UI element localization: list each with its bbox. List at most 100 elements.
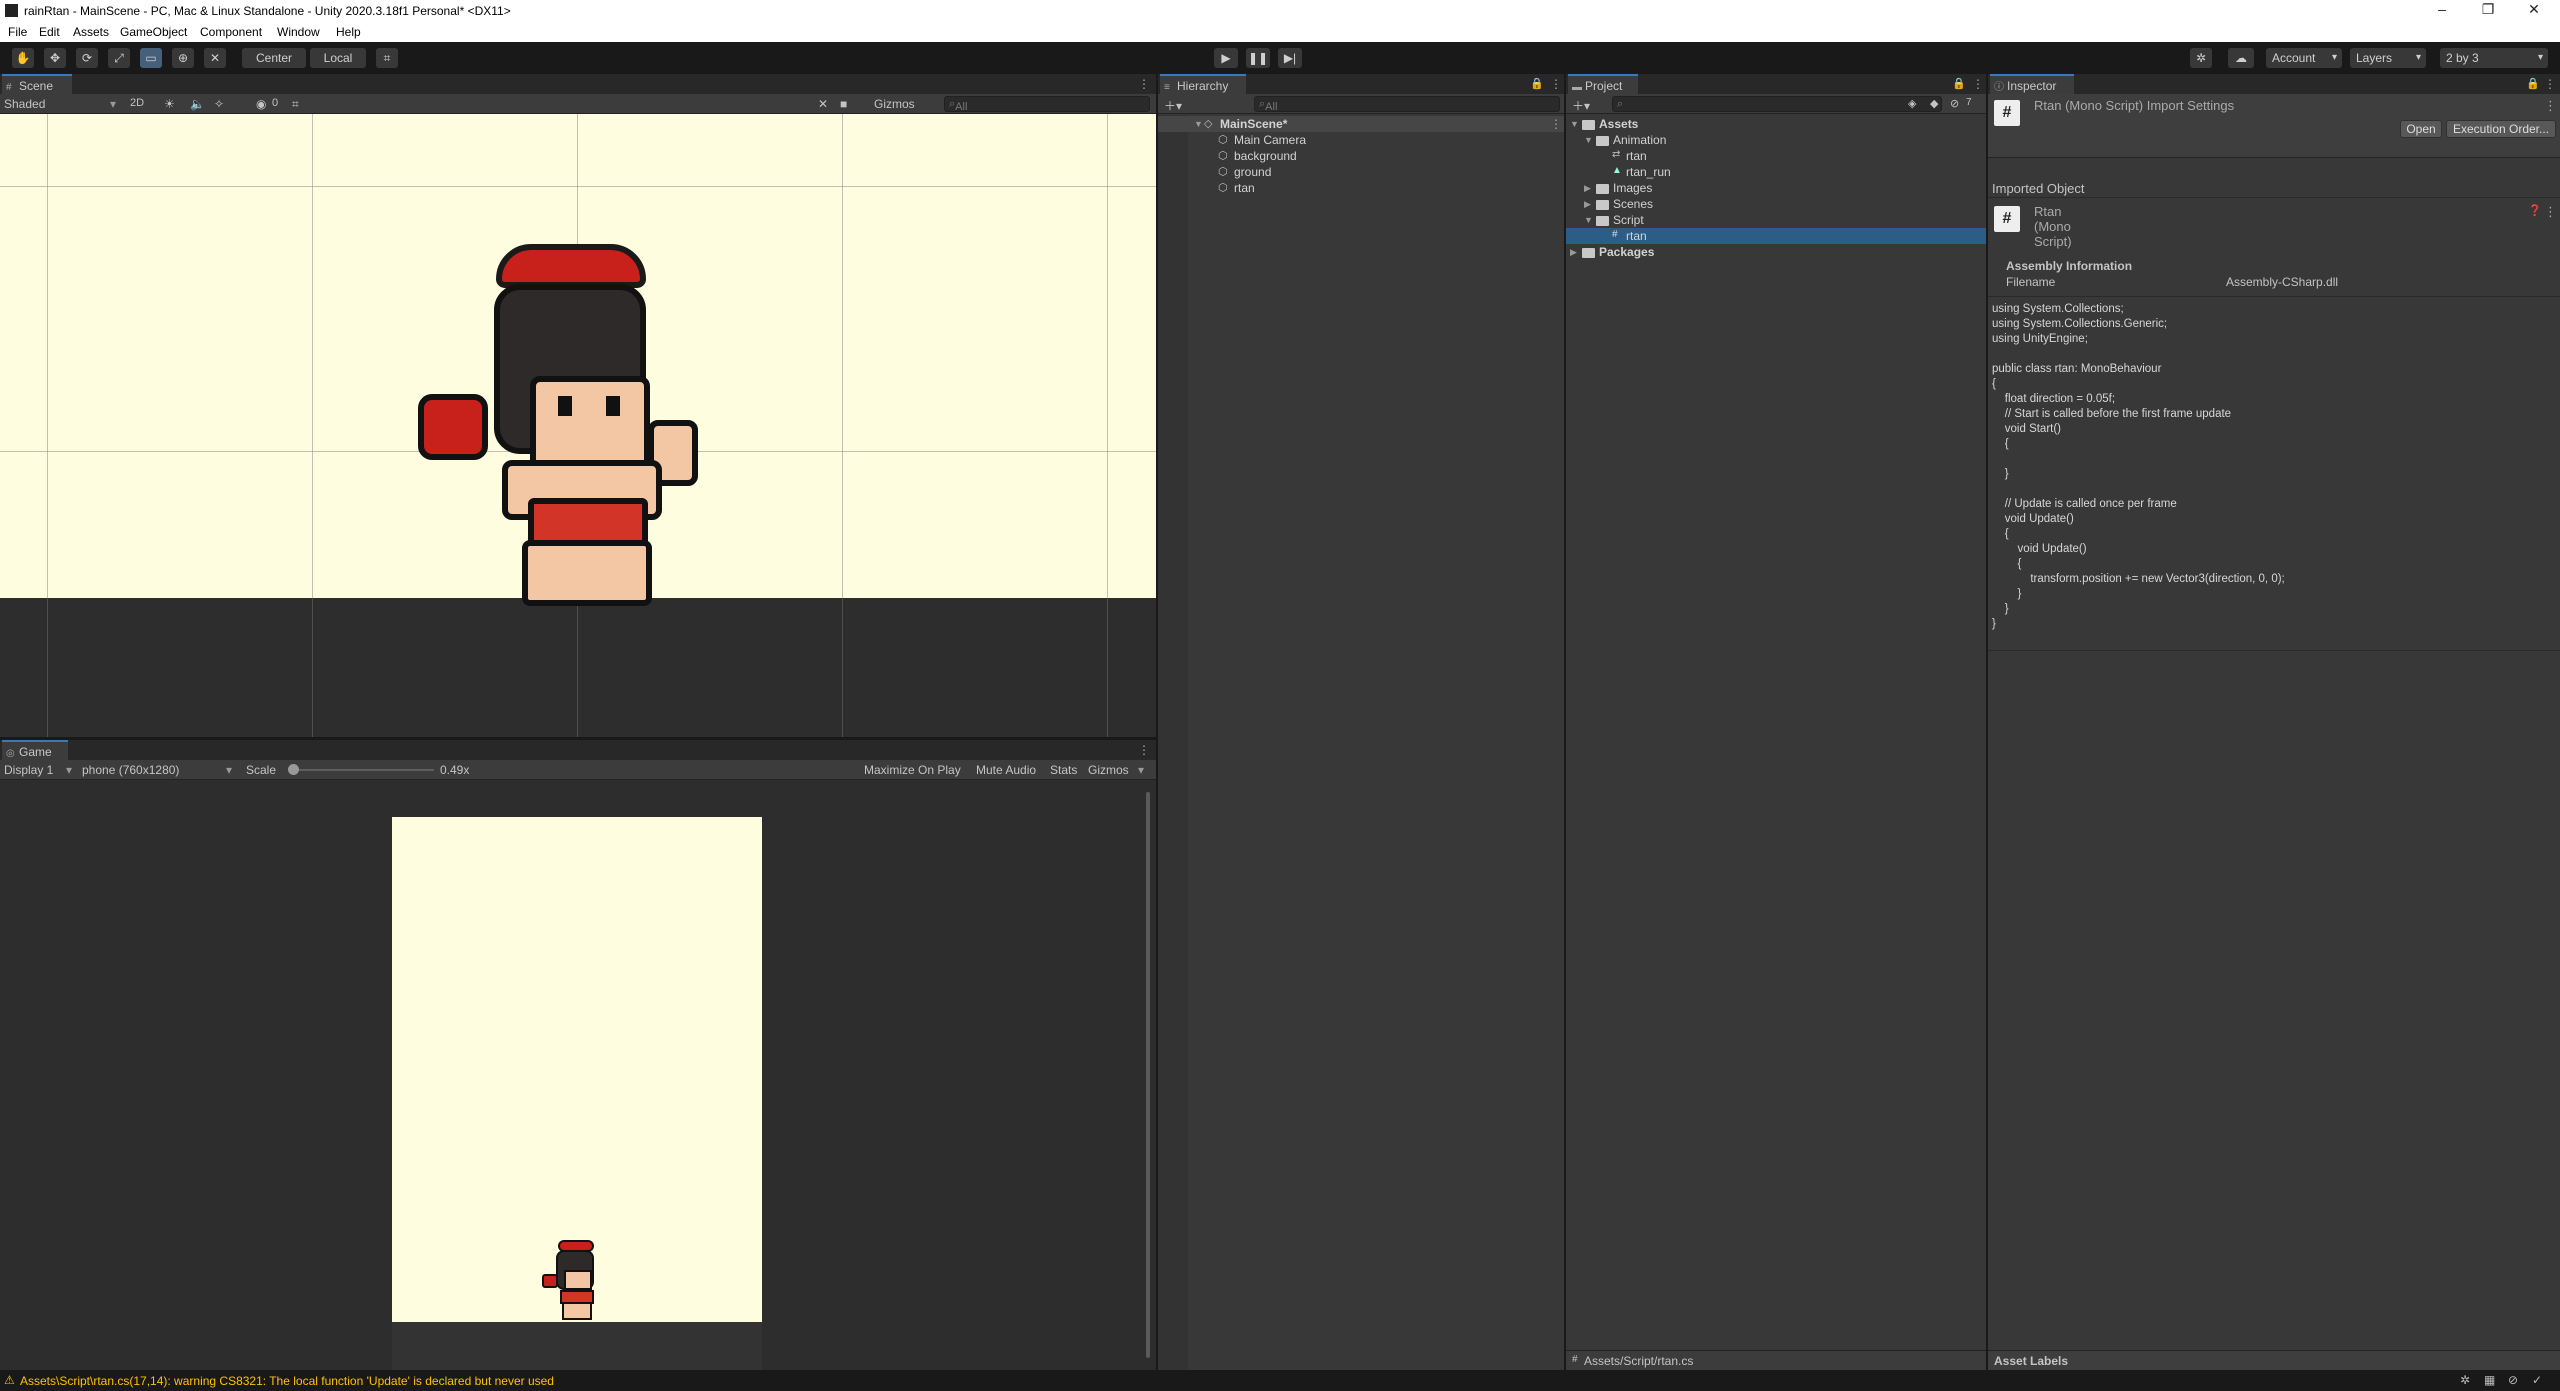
2d-toggle[interactable]: 2D — [130, 97, 144, 109]
open-button[interactable]: Open — [2400, 120, 2442, 138]
game-gizmos-arrow-icon[interactable]: ▾ — [1138, 763, 1144, 777]
grid-toggle-icon[interactable]: ⌗ — [292, 97, 299, 112]
scale-slider-handle[interactable] — [288, 764, 299, 775]
tab-scene[interactable]: # Scene — [2, 74, 72, 94]
shading-dropdown-arrow-icon[interactable]: ▾ — [110, 97, 116, 111]
scene-viewport[interactable] — [0, 114, 1156, 737]
mute-audio-toggle[interactable]: Mute Audio — [976, 763, 1036, 777]
display-arrow-icon[interactable]: ▾ — [66, 763, 72, 777]
rtan-sprite[interactable] — [418, 244, 718, 614]
shading-dropdown[interactable]: Shaded — [4, 97, 45, 111]
execution-order-button[interactable]: Execution Order... — [2446, 120, 2556, 138]
close-icon[interactable]: ✕ — [2524, 1, 2544, 18]
visibility-icon[interactable]: ◉ — [256, 97, 266, 111]
scene-search-input[interactable]: ⌕ All — [944, 96, 1150, 113]
stats-toggle[interactable]: Stats — [1050, 763, 1077, 777]
project-folder-packages[interactable]: ▶ Packages — [1566, 244, 1986, 260]
grid-snap-icon[interactable]: ⌗ — [376, 48, 398, 68]
hierarchy-search-input[interactable]: ⌕ All — [1254, 96, 1560, 113]
hierarchy-item[interactable]: ⬡ Main Camera — [1158, 132, 1564, 148]
layout-dropdown[interactable]: 2 by 3 — [2440, 48, 2548, 68]
maximize-icon[interactable]: ❐ — [2478, 1, 2498, 18]
move-tool-icon[interactable]: ✥ — [44, 48, 66, 68]
custom-tool-icon[interactable]: ✕ — [204, 48, 226, 68]
game-scrollbar[interactable] — [1146, 792, 1150, 1358]
check-status-icon[interactable]: ✓ — [2532, 1373, 2542, 1387]
rotate-tool-icon[interactable]: ⟳ — [76, 48, 98, 68]
camera-icon[interactable]: ■ — [840, 97, 847, 111]
help-icon[interactable]: ❓ — [2528, 204, 2542, 217]
expand-arrow-icon[interactable]: ▼ — [1584, 135, 1593, 145]
hierarchy-item[interactable]: ⬡ ground — [1158, 164, 1564, 180]
audio-icon[interactable]: 🔈 — [190, 97, 205, 111]
search-by-type-icon[interactable]: ◈ — [1908, 97, 1916, 110]
tab-inspector[interactable]: ⓘ Inspector — [1990, 74, 2074, 94]
collab-icon[interactable]: ✲ — [2190, 48, 2212, 68]
game-gizmos-dropdown[interactable]: Gizmos — [1088, 763, 1129, 777]
project-item-selected[interactable]: # rtan — [1566, 228, 1986, 244]
gizmos-dropdown[interactable]: Gizmos — [874, 97, 915, 111]
tab-hierarchy[interactable]: ≡ Hierarchy — [1160, 74, 1246, 94]
expand-arrow-icon[interactable]: ▼ — [1570, 119, 1579, 129]
project-folder-scenes[interactable]: ▶ Scenes — [1566, 196, 1986, 212]
asset-labels-bar[interactable]: Asset Labels — [1988, 1350, 2560, 1370]
scene-menu-icon[interactable]: ⋮ — [1138, 77, 1150, 91]
resolution-arrow-icon[interactable]: ▾ — [226, 763, 232, 777]
hierarchy-scene-row[interactable]: ▼ ◇ MainScene* ⋮ — [1158, 116, 1564, 132]
project-menu-icon[interactable]: ⋮ — [1972, 77, 1984, 91]
project-item[interactable]: ▲ rtan_run — [1566, 164, 1986, 180]
step-button[interactable]: ▶| — [1278, 48, 1302, 68]
collapse-arrow-icon[interactable]: ▶ — [1584, 183, 1591, 194]
menu-window[interactable]: Window — [277, 25, 320, 39]
lighting-icon[interactable]: ☀ — [164, 97, 175, 111]
hidden-packages-icon[interactable]: ⊘ — [1950, 97, 1959, 110]
object-menu-icon[interactable]: ⋮ — [2544, 204, 2557, 220]
pivot-local-button[interactable]: Local — [310, 48, 366, 68]
transform-tool-icon[interactable]: ⊕ — [172, 48, 194, 68]
scale-slider[interactable] — [288, 769, 434, 771]
menu-help[interactable]: Help — [336, 25, 361, 39]
maximize-on-play-toggle[interactable]: Maximize On Play — [864, 763, 961, 777]
status-bar[interactable]: ⚠ Assets\Script\rtan.cs(17,14): warning … — [0, 1370, 2560, 1391]
create-icon[interactable]: ＋▾ — [1164, 97, 1182, 114]
cloud-icon[interactable]: ☁ — [2228, 48, 2254, 68]
project-search-input[interactable]: ⌕ — [1612, 96, 1942, 112]
project-folder-images[interactable]: ▶ Images — [1566, 180, 1986, 196]
menu-assets[interactable]: Assets — [73, 25, 109, 39]
hierarchy-menu-icon[interactable]: ⋮ — [1550, 77, 1562, 91]
account-dropdown[interactable]: Account — [2266, 48, 2342, 68]
layers-dropdown[interactable]: Layers — [2350, 48, 2426, 68]
expand-arrow-icon[interactable]: ▼ — [1194, 119, 1203, 129]
pivot-center-button[interactable]: Center — [242, 48, 306, 68]
project-folder-animation[interactable]: ▼ Animation — [1566, 132, 1986, 148]
progress-icon[interactable]: ▦ — [2484, 1373, 2495, 1387]
game-viewport[interactable] — [0, 780, 1156, 1370]
hierarchy-item[interactable]: ⬡ background — [1158, 148, 1564, 164]
project-lock-icon[interactable]: 🔒 — [1952, 77, 1966, 90]
play-button[interactable]: ▶ — [1214, 48, 1238, 68]
resolution-dropdown[interactable]: phone (760x1280) — [82, 763, 179, 777]
header-menu-icon[interactable]: ⋮ — [2544, 98, 2557, 114]
console-message[interactable]: Assets\Script\rtan.cs(17,14): warning CS… — [20, 1374, 554, 1388]
inspector-menu-icon[interactable]: ⋮ — [2544, 77, 2556, 91]
display-dropdown[interactable]: Display 1 — [4, 763, 53, 777]
collab-status-icon[interactable]: ⊘ — [2508, 1373, 2518, 1387]
minimize-icon[interactable]: – — [2432, 1, 2452, 17]
game-menu-icon[interactable]: ⋮ — [1138, 743, 1150, 757]
lock-icon[interactable]: 🔒 — [1530, 77, 1544, 90]
debug-icon[interactable]: ✲ — [2460, 1373, 2470, 1387]
scale-tool-icon[interactable]: ⤢ — [108, 48, 130, 68]
pause-button[interactable]: ❚❚ — [1246, 48, 1270, 68]
menu-gameobject[interactable]: GameObject — [120, 25, 187, 39]
effects-icon[interactable]: ✧ — [214, 97, 224, 111]
inspector-lock-icon[interactable]: 🔒 — [2526, 77, 2540, 90]
project-folder-assets[interactable]: ▼ Assets — [1566, 116, 1986, 132]
tab-project[interactable]: ▬ Project — [1568, 74, 1638, 94]
expand-arrow-icon[interactable]: ▼ — [1584, 215, 1593, 225]
menu-component[interactable]: Component — [200, 25, 262, 39]
project-item[interactable]: ⇄ rtan — [1566, 148, 1986, 164]
hand-tool-icon[interactable]: ✋ — [12, 48, 34, 68]
collapse-arrow-icon[interactable]: ▶ — [1570, 247, 1577, 258]
project-create-icon[interactable]: ＋▾ — [1572, 97, 1590, 114]
hierarchy-item[interactable]: ⬡ rtan — [1158, 180, 1564, 196]
